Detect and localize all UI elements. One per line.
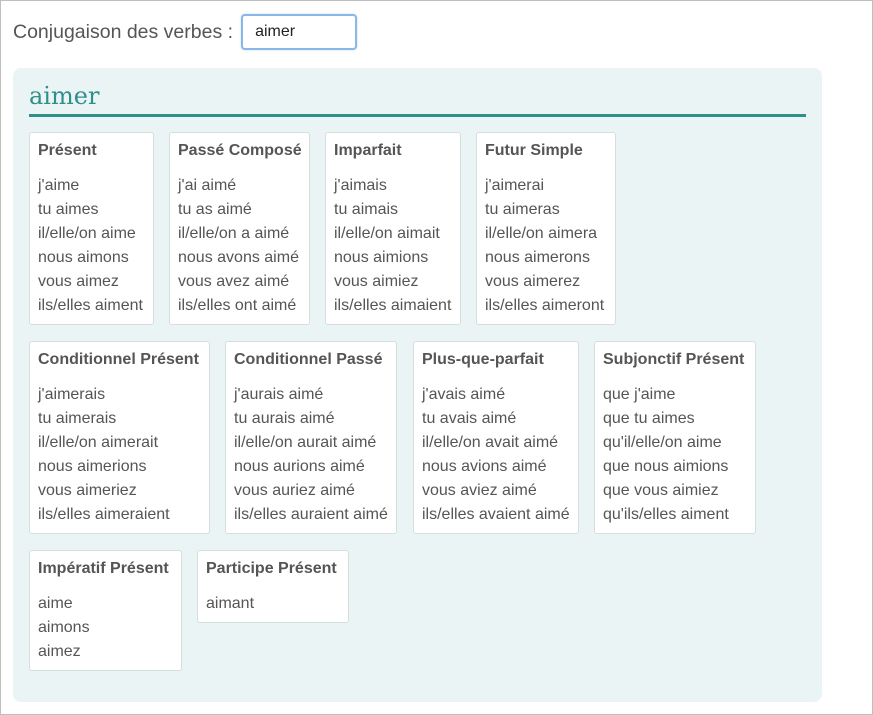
conjugated-form: vous aimiez [334, 273, 419, 290]
conjugated-form: ils/elles aiment [38, 297, 143, 314]
conjugated-form: il/elle/on a aimé [178, 225, 290, 242]
verb-search-row: Conjugaison des verbes : [13, 14, 358, 50]
conjugated-form: aimant [206, 595, 255, 612]
tense-card-futur-simple: Futur Simple j'aimerai tu aimeras il/ell… [476, 132, 616, 325]
conjugated-form: vous aimerez [485, 273, 581, 290]
conjugated-form: tu aimeras [485, 201, 560, 218]
tense-card-participe-present: Participe Présent aimant [197, 550, 349, 623]
conjugated-form: j'aime [38, 177, 80, 194]
conjugated-form: il/elle/on aurait aimé [234, 434, 377, 451]
conjugated-form: tu aimais [334, 201, 399, 218]
tense-name: Participe Présent [206, 560, 337, 577]
conjugated-form: vous avez aimé [178, 273, 290, 290]
conjugated-form: nous aimons [38, 249, 129, 266]
tense-card-conditionnel-passe: Conditionnel Passé j'aurais aimé tu aura… [225, 341, 397, 534]
conjugated-form: nous aimerions [38, 458, 147, 475]
tense-card-imperatif-present: Impératif Présent aime aimons aimez [29, 550, 182, 671]
conjugated-form: qu'ils/elles aiment [603, 506, 729, 523]
tense-name: Présent [38, 142, 97, 159]
conjugated-form: qu'il/elle/on aime [603, 434, 722, 451]
conjugated-form: ils/elles aimeraient [38, 506, 170, 523]
conjugated-form: j'ai aimé [178, 177, 237, 194]
conjugated-form: nous aurions aimé [234, 458, 365, 475]
conjugated-form: vous aimeriez [38, 482, 137, 499]
conjugated-form: que nous aimions [603, 458, 729, 475]
conjugated-form: il/elle/on aimera [485, 225, 598, 242]
conjugated-form: il/elle/on aime [38, 225, 136, 242]
conjugated-form: que j'aime [603, 386, 676, 403]
tense-card-present: Présent j'aime tu aimes il/elle/on aime … [29, 132, 154, 325]
tense-name: Passé Composé [178, 142, 302, 159]
tense-name: Subjonctif Présent [603, 351, 745, 368]
conjugated-form: ils/elles auraient aimé [234, 506, 388, 523]
tense-card-passe-compose: Passé Composé j'ai aimé tu as aimé il/el… [169, 132, 310, 325]
tense-card-subjonctif-present: Subjonctif Présent que j'aime que tu aim… [594, 341, 756, 534]
tense-name: Futur Simple [485, 142, 583, 159]
conjugated-form: tu as aimé [178, 201, 252, 218]
conjugated-form: vous aimez [38, 273, 119, 290]
conjugated-form: il/elle/on aimait [334, 225, 440, 242]
conjugated-form: vous auriez aimé [234, 482, 355, 499]
conjugation-panel: aimer Présent j'aime tu aimes il/elle/on… [13, 68, 822, 702]
conjugated-form: ils/elles ont aimé [178, 297, 297, 314]
verb-title: aimer [29, 80, 806, 117]
conjugated-form: ils/elles avaient aimé [422, 506, 570, 523]
tense-name: Conditionnel Passé [234, 351, 383, 368]
conjugated-form: aimez [38, 643, 81, 660]
conjugated-form: tu aimes [38, 201, 99, 218]
conjugated-form: que vous aimiez [603, 482, 719, 499]
conjugated-form: aime [38, 595, 73, 612]
conjugated-form: nous avons aimé [178, 249, 299, 266]
conjugated-form: ils/elles aimeront [485, 297, 605, 314]
conjugated-form: aimons [38, 619, 90, 636]
tense-name: Conditionnel Présent [38, 351, 199, 368]
conjugated-form: nous avions aimé [422, 458, 547, 475]
conjugated-form: il/elle/on avait aimé [422, 434, 559, 451]
search-label: Conjugaison des verbes : [13, 20, 234, 43]
tense-name: Imparfait [334, 142, 402, 159]
conjugated-form: j'aurais aimé [234, 386, 324, 403]
verb-search-input[interactable] [241, 14, 358, 50]
conjugated-form: tu avais aimé [422, 410, 517, 427]
conjugated-form: vous aviez aimé [422, 482, 537, 499]
conjugated-form: ils/elles aimaient [334, 297, 452, 314]
conjugated-form: tu aurais aimé [234, 410, 335, 427]
conjugated-form: j'avais aimé [422, 386, 506, 403]
conjugated-form: j'aimerais [38, 386, 106, 403]
conjugated-form: que tu aimes [603, 410, 695, 427]
tense-name: Impératif Présent [38, 560, 169, 577]
tense-card-conditionnel-present: Conditionnel Présent j'aimerais tu aimer… [29, 341, 210, 534]
conjugated-form: nous aimerons [485, 249, 590, 266]
conjugated-form: il/elle/on aimerait [38, 434, 159, 451]
conjugated-form: nous aimions [334, 249, 429, 266]
conjugated-form: j'aimerai [485, 177, 545, 194]
tense-card-imparfait: Imparfait j'aimais tu aimais il/elle/on … [325, 132, 461, 325]
conjugated-form: j'aimais [334, 177, 387, 194]
tense-card-plus-que-parfait: Plus-que-parfait j'avais aimé tu avais a… [413, 341, 579, 534]
tense-name: Plus-que-parfait [422, 351, 544, 368]
conjugated-form: tu aimerais [38, 410, 117, 427]
